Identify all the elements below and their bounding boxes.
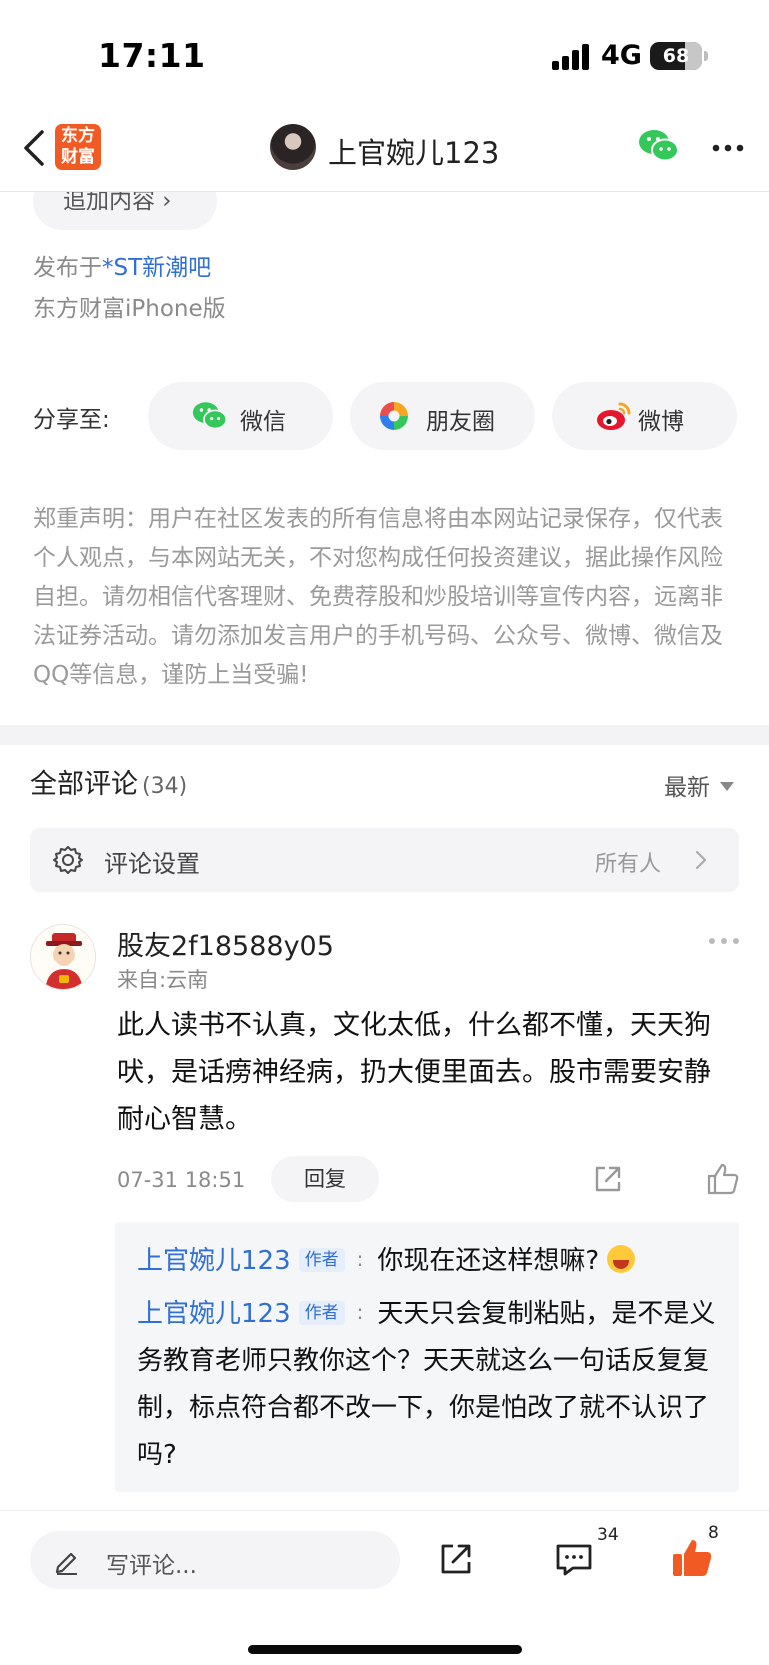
like-count-badge: 8 [708,1523,719,1543]
fortune-god-avatar-icon [45,933,83,989]
reply-colon: : [356,1247,364,1271]
author-badge: 作者 [298,1301,345,1325]
published-prefix: 发布于 [33,255,102,281]
commenter-name[interactable]: 股友2f18588y05 [117,924,334,963]
chevron-right-icon [695,850,707,870]
back-icon[interactable] [18,126,54,170]
page-title[interactable]: 上官婉儿123 [328,130,499,172]
gear-icon [53,846,83,874]
commenter-avatar[interactable] [30,924,96,990]
reply-button[interactable]: 回复 [271,1156,379,1202]
share-wechat-label: 微信 [240,409,286,435]
share-row: 分享至: 微信 朋友圈 微博 [33,380,743,450]
comment-placeholder: 写评论... [106,1553,197,1579]
share-weibo-button[interactable]: 微博 [552,382,737,450]
status-bar: 17:11 4G 68 [0,0,769,112]
sort-value: 最新 [664,775,710,801]
logo-line-1: 东方 [61,126,95,146]
more-icon[interactable] [712,144,744,152]
section-divider [0,725,769,745]
comments-title: 全部评论 [30,769,138,800]
battery-icon: 68 [650,42,702,70]
reply-colon: : [356,1300,364,1324]
bottom-toolbar: 写评论... 34 8 [0,1510,769,1665]
pencil-icon [55,1552,77,1575]
share-label: 分享至: [33,407,110,433]
commenter-location: 来自:云南 [117,968,209,992]
weibo-icon [597,402,631,430]
thumbs-up-icon[interactable] [671,1537,713,1579]
share-moments-label: 朋友圈 [426,409,495,435]
thumbs-up-icon[interactable] [706,1162,740,1196]
comment-count-badge: 34 [597,1525,619,1545]
reply-author[interactable]: 上官婉儿123 [137,1299,291,1329]
share-icon[interactable] [438,1541,474,1577]
author-badge: 作者 [298,1248,345,1272]
laughing-emoji-icon [607,1245,636,1273]
share-icon[interactable] [592,1163,624,1195]
reply-text: 你现在还这样想嘛? [377,1246,600,1276]
post-client: 东方财富iPhone版 [33,296,226,322]
comment-settings-row[interactable]: 评论设置 所有人 [30,828,739,892]
network-label: 4G [601,40,642,71]
battery-level: 68 [662,45,690,67]
comment-body: 此人读书不认真，文化太低，什么都不懂，天天狗吠，是话痨神经病，扔大便里面去。股市… [117,1010,711,1135]
comments-heading: 全部评论 (34) [30,762,187,801]
status-time: 17:11 [98,36,206,75]
wechat-icon[interactable] [638,128,680,164]
logo-line-2: 财富 [61,147,95,167]
comment-time: 07-31 18:51 [117,1168,246,1192]
comment-settings-label: 评论设置 [104,850,200,878]
app-logo[interactable]: 东方 财富 [55,124,101,170]
reply-thread: 上官婉儿123 作者: 你现在还这样想嘛? 上官婉儿123 作者: 天天只会复制粘贴，是… [115,1222,739,1492]
battery-nub [704,51,708,61]
reply-item[interactable]: 上官婉儿123 作者: 你现在还这样想嘛? [137,1236,719,1285]
home-indicator[interactable] [248,1645,522,1654]
share-moments-button[interactable]: 朋友圈 [350,382,535,450]
more-icon[interactable] [708,937,740,945]
comment-settings-value: 所有人 [595,852,662,877]
write-comment-input[interactable]: 写评论... [30,1531,400,1589]
forum-link[interactable]: *ST新潮吧 [102,255,211,281]
share-wechat-button[interactable]: 微信 [148,382,333,450]
sort-dropdown[interactable]: 最新 [664,768,734,802]
signal-icon [552,44,592,70]
comments-count: (34) [142,774,188,799]
caret-down-icon [720,782,734,791]
reply-item[interactable]: 上官婉儿123 作者: 天天只会复制粘贴，是不是义务教育老师只教你这个？天天就这么一… [137,1289,719,1479]
author-avatar[interactable] [270,124,316,170]
wechat-icon [192,402,228,430]
comment-icon[interactable] [555,1543,593,1577]
top-nav-bar: 东方 财富 上官婉儿123 [0,112,769,192]
share-weibo-label: 微博 [638,409,684,435]
disclaimer-text: 郑重声明：用户在社区发表的所有信息将由本网站记录保存，仅代表个人观点，与本网站无… [33,506,723,688]
moments-icon [380,402,408,430]
reply-author[interactable]: 上官婉儿123 [137,1246,291,1276]
published-in: 发布于*ST新潮吧 [33,248,211,282]
